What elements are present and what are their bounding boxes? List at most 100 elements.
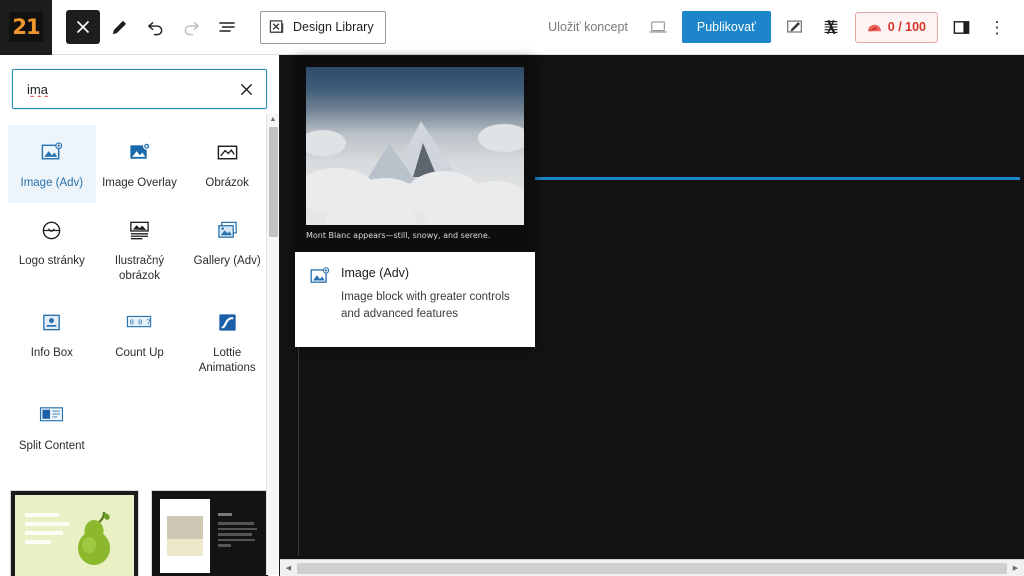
scroll-thumb[interactable] [297, 562, 1007, 574]
search-input[interactable] [13, 70, 266, 108]
block-item-site-logo[interactable]: Logo stránky [8, 203, 96, 295]
undo-icon [146, 18, 165, 37]
block-label: Info Box [30, 347, 73, 360]
list-view-button[interactable] [210, 10, 244, 44]
block-preview-popover: Mont Blanc appears—still, snowy, and ser… [295, 56, 535, 347]
block-label: Image Overlay [102, 177, 177, 189]
block-item-lottie[interactable]: Lottie Animations [183, 295, 271, 387]
site-logo-button[interactable]: 21 [0, 0, 52, 55]
block-item-featured-image[interactable]: Ilustračný obrázok [96, 203, 184, 295]
block-label: Ilustračný obrázok [114, 255, 165, 282]
sidebar-panel-icon [952, 18, 971, 37]
pattern-card-pear[interactable] [10, 490, 139, 576]
preview-info-text: Image (Adv) Image block with greater con… [341, 266, 521, 323]
scroll-track[interactable] [297, 560, 1007, 576]
featured-image-icon [128, 217, 151, 243]
pattern-dark-text [210, 499, 260, 573]
pattern-pear-text-lines [25, 513, 69, 549]
preview-image-caption: Mont Blanc appears—still, snowy, and ser… [306, 231, 491, 240]
editor-toolbar: 21 Design Library Uložiť koncept Publiko… [0, 0, 1024, 55]
lottie-icon [216, 309, 239, 335]
search-box[interactable] [12, 69, 267, 109]
block-item-info-box[interactable]: Info Box [8, 295, 96, 387]
block-item-gallery-adv[interactable]: Gallery (Adv) [183, 203, 271, 295]
preview-block-title: Image (Adv) [341, 266, 410, 280]
pattern-pear-canvas [15, 495, 134, 576]
seo-score-badge[interactable]: 0 / 100 [854, 11, 938, 43]
toolbar-right-group: Uložiť koncept Publikovať 0 / 100 ⋮ [536, 9, 1024, 45]
redo-icon [182, 18, 201, 37]
more-options-button[interactable]: ⋮ [979, 9, 1015, 45]
site-logo-icon [40, 217, 63, 243]
block-item-image-adv[interactable]: Image (Adv) [8, 125, 96, 203]
pattern-card-dark[interactable] [151, 490, 269, 576]
block-item-count-up[interactable]: 0 0 7 Count Up [96, 295, 184, 387]
gallery-icon [216, 217, 239, 243]
block-insertion-indicator [530, 177, 1020, 180]
design-library-button[interactable]: Design Library [260, 10, 386, 44]
tools-button[interactable] [813, 9, 849, 45]
edit-document-button[interactable] [777, 9, 813, 45]
svg-text:0 0 7: 0 0 7 [130, 319, 151, 327]
tools-stack-icon [821, 17, 841, 37]
blocks-grid: Image (Adv) Image Overlay Obrázok Logo s… [0, 125, 279, 466]
block-editor-app: 21 Design Library Uložiť koncept Publiko… [0, 0, 1024, 576]
image-overlay-icon [128, 139, 151, 165]
preview-image [306, 67, 524, 225]
inserter-vertical-scrollbar[interactable]: ▲ [266, 113, 279, 575]
preview-info: Image (Adv) Image block with greater con… [295, 252, 535, 337]
block-label: Lottie Animations [198, 347, 256, 375]
seo-speedometer-icon [867, 21, 882, 34]
seo-score-text: 0 / 100 [887, 20, 926, 34]
inserter-scroll-thumb[interactable] [269, 127, 278, 237]
block-item-split-content[interactable]: Split Content [8, 388, 96, 466]
info-box-icon [40, 309, 63, 335]
settings-sidebar-button[interactable] [943, 9, 979, 45]
clear-search-icon[interactable] [235, 78, 257, 100]
block-item-image-overlay[interactable]: Image Overlay [96, 125, 184, 203]
save-draft-button[interactable]: Uložiť koncept [536, 20, 640, 34]
canvas-horizontal-scrollbar[interactable]: ◀ ▶ [280, 559, 1024, 576]
list-view-icon [218, 18, 236, 36]
cloud-shape [478, 123, 524, 152]
block-label: Gallery (Adv) [193, 255, 261, 267]
block-label: Obrázok [205, 177, 249, 189]
mountain-peak-secondary-shape [364, 142, 417, 183]
scroll-right-arrow[interactable]: ▶ [1007, 560, 1024, 576]
undo-button[interactable] [138, 10, 172, 44]
publish-button[interactable]: Publikovať [681, 11, 771, 43]
blocks-scroll-region[interactable]: Image (Adv) Image Overlay Obrázok Logo s… [0, 119, 279, 476]
cloud-shape [306, 130, 346, 157]
inserter-search-area [0, 55, 279, 119]
laptop-preview-icon [648, 17, 668, 37]
edit-mode-button[interactable] [102, 10, 136, 44]
split-content-icon [39, 402, 64, 428]
block-inserter-panel: Image (Adv) Image Overlay [0, 55, 280, 576]
document-pencil-icon [785, 17, 805, 37]
close-button[interactable] [66, 10, 100, 44]
site-logo-text: 21 [9, 12, 43, 42]
scroll-up-arrow[interactable]: ▲ [267, 113, 279, 125]
image-adv-icon [309, 266, 330, 323]
block-label: Split Content [18, 439, 85, 452]
toolbar-left-group: Design Library [52, 10, 386, 44]
preview-media-area: Mont Blanc appears—still, snowy, and ser… [295, 56, 535, 252]
pear-illustration-icon [78, 511, 110, 565]
preview-block-description: Image block with greater controls and ad… [341, 291, 510, 321]
count-up-icon: 0 0 7 [126, 309, 152, 335]
preview-button[interactable] [640, 9, 676, 45]
block-label: Logo stránky [18, 255, 85, 267]
block-label: Image (Adv) [20, 177, 84, 189]
design-library-label: Design Library [293, 20, 374, 34]
design-library-icon [269, 19, 286, 36]
pencil-icon [111, 19, 128, 36]
pattern-dark-thumbnail [167, 516, 203, 556]
block-label: Count Up [115, 347, 164, 360]
kebab-menu-icon: ⋮ [988, 17, 1006, 37]
block-item-obrazok[interactable]: Obrázok [183, 125, 271, 203]
pattern-previews [0, 476, 279, 576]
redo-button[interactable] [174, 10, 208, 44]
image-adv-icon [40, 139, 63, 165]
scroll-left-arrow[interactable]: ◀ [280, 560, 297, 576]
close-icon [76, 20, 90, 34]
